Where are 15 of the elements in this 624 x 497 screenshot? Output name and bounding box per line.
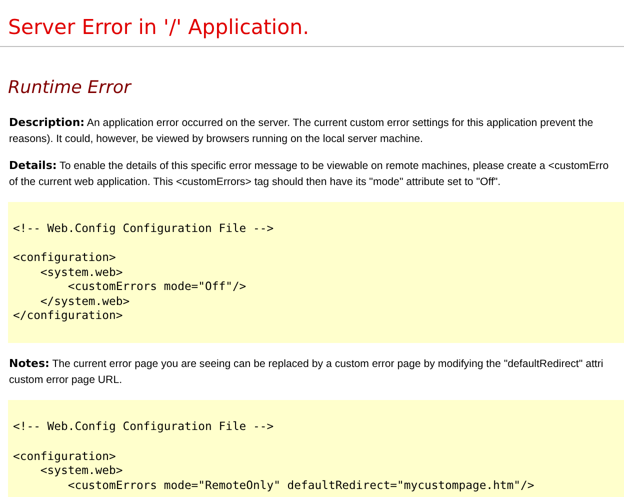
code-line: <!-- Web.Config Configuration File --> — [13, 419, 274, 434]
code-line: </system.web> — [39, 294, 130, 308]
error-heading: Runtime Error — [8, 77, 133, 99]
paragraph: Details: To enable the details of this specific error message to be viewable on remote machines, please create a <customErro of the current web application. This <customErrors> tag should then have its "mode" attribute set to "Off". — [9, 158, 609, 190]
code-line: <system.web> — [39, 463, 123, 478]
code-line: <customErrors mode="RemoteOnly" defaultRedirect="mycustompage.htm"/> — [66, 478, 534, 492]
code-line: <customErrors mode="Off"/> — [66, 279, 246, 294]
code-line: <system.web> — [39, 264, 123, 280]
code-line: </configuration> — [13, 308, 123, 322]
code-line: <configuration> — [13, 250, 116, 265]
paragraph: Notes: The current error page you are seeing can be replaced by a custom error page by modifying the "defaultRedirect" attri custom error page URL. — [9, 356, 604, 388]
code-line: <configuration> — [13, 448, 116, 464]
paragraph: Description: An application error occurred on the server. The current custom error settings for this application prevent the reasons). It could, however, be viewed by browsers running on the local server machine. — [9, 115, 594, 146]
code-line: <!-- Web.Config Configuration File --> — [13, 221, 274, 236]
page-title: Server Error in '/' Application. — [7, 14, 310, 40]
